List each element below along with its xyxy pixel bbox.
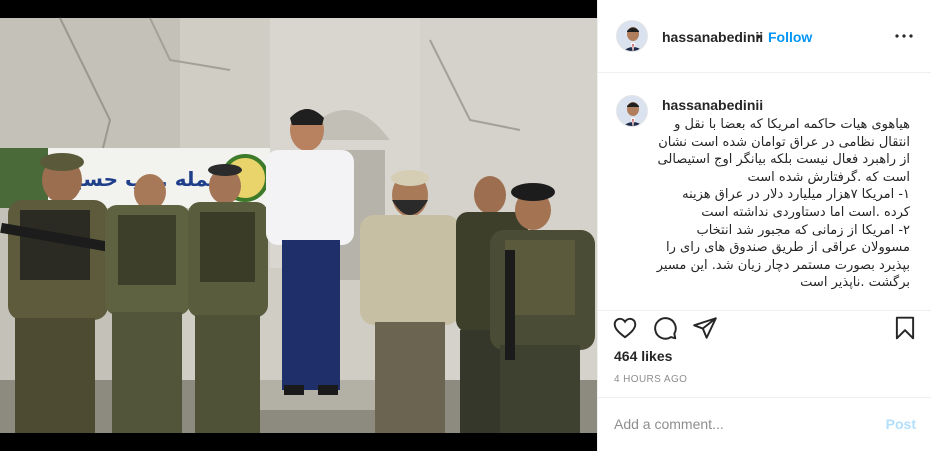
follow-button[interactable]: Follow <box>768 29 812 45</box>
avatar-image <box>617 21 647 51</box>
bookmark-icon[interactable] <box>892 315 918 341</box>
comment-icon[interactable] <box>652 315 678 341</box>
more-horizontal-icon[interactable] <box>892 24 916 48</box>
timestamp[interactable]: 4 HOURS AGO <box>614 374 687 385</box>
comment-bar: Post <box>598 397 931 451</box>
post-photo-illustration: حمله ...ب حسين <box>0 0 597 451</box>
post-header: hassanabedinii • Follow <box>598 0 931 73</box>
instagram-post-window: حمله ...ب حسين <box>0 0 931 451</box>
caption-avatar[interactable] <box>616 95 648 127</box>
comment-input[interactable] <box>614 414 864 434</box>
username[interactable]: hassanabedinii <box>662 29 763 45</box>
avatar-image <box>617 96 647 126</box>
post-sidebar: hassanabedinii • Follow hassanabedinii ه… <box>597 0 931 451</box>
share-icon[interactable] <box>692 315 718 341</box>
caption-text: هیاهوی هیات حاکمه امریکا که بعضا با نقل … <box>656 117 910 291</box>
caption-username[interactable]: hassanabedinii <box>662 97 763 113</box>
action-bar <box>598 310 931 346</box>
separator-dot: • <box>756 28 761 44</box>
likes-count[interactable]: 464 likes <box>614 348 672 364</box>
post-photo[interactable]: حمله ...ب حسين <box>0 0 597 451</box>
avatar[interactable] <box>616 20 648 52</box>
caption-area: hassanabedinii هیاهوی هیات حاکمه امریکا … <box>598 73 931 309</box>
post-button[interactable]: Post <box>886 416 916 432</box>
heart-icon[interactable] <box>612 315 638 341</box>
